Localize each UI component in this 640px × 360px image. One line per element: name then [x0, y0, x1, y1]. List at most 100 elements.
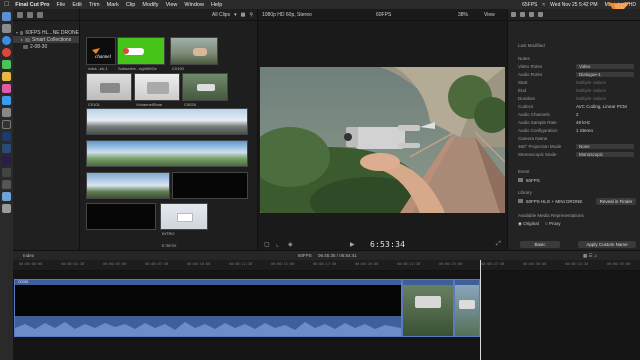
clip-channel-logo[interactable]: channel — [86, 37, 116, 65]
search-icon[interactable]: ⚲ — [249, 12, 253, 18]
library-item-event[interactable]: 2-08-30 — [13, 43, 79, 50]
transform-icon[interactable]: ▢ — [264, 241, 270, 248]
media-representations-label: Available Media Representations — [518, 213, 584, 218]
event-value: 60FPS — [518, 178, 540, 183]
timeline-clip-drone[interactable] — [454, 279, 480, 337]
video-frame[interactable] — [260, 67, 505, 213]
library-item-smart-collections[interactable]: ▸ Smart Collections — [13, 36, 79, 43]
clip-road-filmstrip[interactable] — [86, 108, 248, 135]
inspector-value: Multiple Values — [576, 88, 607, 93]
messages-icon[interactable] — [2, 60, 11, 69]
share-tab-icon[interactable] — [538, 12, 543, 17]
menu-trim[interactable]: Trim — [89, 2, 100, 8]
playhead[interactable] — [480, 260, 481, 360]
disclosure-triangle-icon[interactable]: ▸ — [21, 37, 23, 42]
photos-audio-icon[interactable] — [27, 11, 33, 18]
inspector-row-audio-channels: Audio Channels 2 — [518, 111, 640, 118]
projection-mode-popup[interactable]: None — [576, 144, 634, 149]
itunes-icon[interactable] — [2, 84, 11, 93]
clip-c0026[interactable] — [182, 73, 228, 101]
timeline-ruler[interactable]: 00:00:00:00 00:00:02:30 00:00:05:00 00:0… — [13, 260, 640, 271]
wifi-icon[interactable]: ≈ — [542, 2, 545, 8]
viewer-view-popup[interactable]: View — [484, 12, 495, 18]
inspector-key: Codecs — [518, 104, 534, 109]
clip-intro[interactable] — [160, 203, 208, 230]
clip-road-filmstrip[interactable] — [86, 140, 248, 167]
appstore-icon[interactable] — [2, 96, 11, 105]
settings-icon[interactable] — [2, 108, 11, 117]
fps-status[interactable]: 65FPS — [522, 2, 537, 8]
apply-custom-name-button[interactable]: Apply Custom Name — [578, 241, 636, 248]
titles-generators-icon[interactable] — [37, 11, 43, 18]
photos-icon[interactable] — [2, 72, 11, 81]
ruler-tick: 00:00:32:30 — [565, 262, 589, 266]
clip-label: C0190 — [172, 66, 184, 71]
play-icon[interactable]: ▶ — [350, 241, 355, 248]
timeline[interactable]: C0026 — [13, 271, 640, 360]
timeline-clip-drone[interactable] — [402, 279, 454, 337]
menu-mark[interactable]: Mark — [107, 2, 119, 8]
finder-icon[interactable] — [2, 12, 11, 21]
clip-black-filmstrip[interactable] — [86, 203, 156, 230]
inspector-key: 360° Projection Mode — [518, 144, 562, 149]
final-cut-icon[interactable] — [2, 120, 11, 129]
launchpad-icon[interactable] — [2, 24, 11, 33]
viewer-zoom-popup[interactable]: 38% — [458, 12, 468, 18]
safari-icon[interactable] — [2, 36, 11, 45]
index-button[interactable]: Index — [23, 253, 34, 258]
filmstrip-view-icon[interactable]: ▦ — [241, 12, 246, 18]
disclosure-triangle-icon[interactable]: ▾ — [16, 30, 18, 35]
original-label: Original — [523, 221, 539, 226]
menu-window[interactable]: Window — [184, 2, 204, 8]
inspector-row-audio-roles: Audio Roles Dialogue-1 — [518, 71, 640, 78]
video-tab-icon[interactable] — [520, 12, 525, 17]
stereoscopic-mode-popup[interactable]: Monoscopic — [576, 152, 634, 157]
clip-vchannelstore[interactable] — [134, 73, 180, 101]
inspector-key: Video Roles — [518, 64, 543, 69]
timeline-tools-icon[interactable]: ▦ ☰ ♫ — [583, 253, 597, 259]
ruler-tick: 00:00:10:00 — [187, 262, 211, 266]
clip-black-filmstrip[interactable] — [172, 172, 248, 199]
clip-filter-popup[interactable]: All Clips — [212, 12, 230, 18]
menu-file[interactable]: File — [56, 2, 65, 8]
menu-edit[interactable]: Edit — [72, 2, 81, 8]
timeline-clip-main[interactable]: C0026 — [14, 279, 402, 337]
trash-icon[interactable] — [2, 204, 11, 213]
menu-help[interactable]: Help — [211, 2, 222, 8]
audio-roles-popup[interactable]: Dialogue-1 — [576, 72, 634, 77]
color-board-icon[interactable]: ◈ — [288, 241, 293, 248]
reveal-in-finder-button[interactable]: Reveal in Finder — [596, 198, 636, 205]
info-tab-icon[interactable] — [511, 12, 516, 17]
folder-icon[interactable] — [2, 192, 11, 201]
libraries-toolbar — [13, 9, 79, 21]
location-value: 60FPS HLG + MINI DRONE — [518, 199, 582, 204]
chevron-down-icon[interactable]: ▾ — [234, 12, 237, 18]
clip-subscribe-green[interactable] — [117, 37, 165, 65]
libraries-icon[interactable] — [17, 11, 23, 18]
metadata-view-popup[interactable]: Basic — [520, 241, 560, 248]
clip-c0101[interactable] — [86, 73, 132, 101]
menu-clip[interactable]: Clip — [126, 2, 135, 8]
clip-road-filmstrip[interactable] — [86, 172, 170, 199]
menu-modify[interactable]: Modify — [142, 2, 158, 8]
motion-icon[interactable] — [2, 168, 11, 177]
crop-icon[interactable]: ⌞ — [276, 241, 279, 248]
menu-bar:  Final Cut Pro File Edit Trim Mark Clip… — [0, 0, 640, 9]
compressor-icon[interactable] — [2, 180, 11, 189]
video-roles-popup[interactable]: Video — [576, 64, 634, 69]
photoshop-icon[interactable] — [2, 132, 11, 141]
chrome-icon[interactable] — [2, 48, 11, 57]
timeline-clip-title-bar — [455, 280, 479, 285]
library-item[interactable]: ▾ 60FPS HL...NE DRONE — [13, 29, 79, 36]
clip-c0190[interactable] — [170, 37, 218, 65]
intro-thumb — [177, 213, 193, 222]
audio-tab-icon[interactable] — [529, 12, 534, 17]
premiere-icon[interactable] — [2, 156, 11, 165]
apple-menu-icon[interactable]:  — [4, 1, 9, 8]
ruler-tick: 00:00:05:00 — [103, 262, 127, 266]
inspector-row-notes: Notes — [518, 55, 640, 62]
lightroom-icon[interactable] — [2, 144, 11, 153]
menu-view[interactable]: View — [166, 2, 178, 8]
menu-app-name[interactable]: Final Cut Pro — [15, 2, 49, 8]
fullscreen-icon[interactable]: ⤢ — [496, 241, 501, 248]
